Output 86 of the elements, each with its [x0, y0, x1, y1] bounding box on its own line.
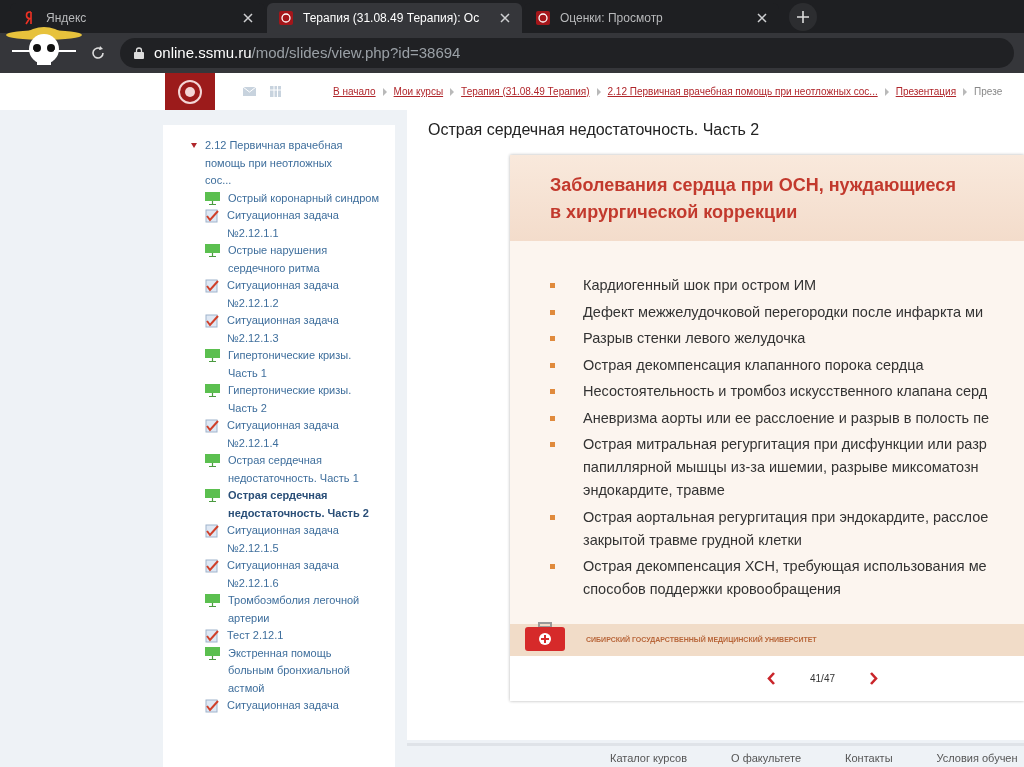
sidebar-item[interactable]: Острая сердечная недостаточность. Часть 1 — [228, 452, 380, 487]
bullet-icon — [550, 283, 555, 288]
slide-counter: 41/47 — [809, 672, 837, 686]
address-bar[interactable]: online.ssmu.ru/mod/slides/view.php?id=38694 — [120, 38, 1014, 68]
university-logo — [165, 73, 215, 110]
chevron-icon — [883, 87, 890, 96]
bullet-text: Острая декомпенсация ХСН, требующая использования ме способов поддержки кровообращения — [583, 557, 987, 599]
bullet-text: Кардиогенный шок при остром ИМ — [583, 276, 817, 295]
breadcrumb-link[interactable]: Мои курсы — [393, 84, 444, 99]
checklist-icon — [205, 419, 219, 433]
close-icon[interactable] — [757, 13, 767, 23]
sidebar-item[interactable]: Ситуационная задача №2.12.1.1 — [227, 207, 379, 242]
monitor-icon — [205, 454, 220, 467]
monitor-icon — [205, 489, 220, 502]
checklist-icon — [205, 629, 219, 643]
close-icon[interactable] — [500, 13, 510, 23]
chevron-icon — [381, 87, 388, 96]
triangle-icon[interactable] — [191, 143, 197, 149]
monitor-icon — [205, 349, 220, 362]
reload-icon[interactable] — [90, 45, 106, 61]
bullet-icon — [550, 389, 555, 394]
bullet-icon — [550, 442, 555, 447]
bullet-text: Дефект межжелудочковой перегородки после инфаркта ми — [583, 302, 984, 322]
bullet-text: Острая митральная регургитация при дисфункции или разр папиллярной мышцы из-за ишемии, разрыве миксоматозн эндокардите, травме — [583, 435, 987, 500]
monitor-icon — [205, 384, 220, 397]
bullet-icon — [550, 514, 555, 520]
footer-link[interactable]: Условия обучен — [936, 749, 1018, 766]
monitor-icon — [205, 244, 220, 257]
sidebar-item[interactable]: Острый коронарный синдром — [228, 189, 380, 207]
checklist-icon — [205, 209, 219, 223]
sidebar-item[interactable]: Гипертонические кризы. Часть 2 — [228, 382, 380, 417]
sidebar-item[interactable]: Экстренная помощь больным бронхиальной астмой — [228, 644, 380, 697]
bullet-text: Аневризма аорты или ее расслоение и разрыв в полость пе — [583, 408, 990, 428]
bullet-text: Разрыв стенки левого желудочка — [583, 329, 806, 348]
chevron-icon — [962, 87, 969, 96]
chevron-icon — [595, 87, 602, 96]
checklist-icon — [205, 279, 219, 293]
footer-link[interactable]: Контакты — [845, 749, 893, 766]
medical-kit-icon — [524, 619, 566, 651]
bullet-icon — [550, 309, 555, 315]
checklist-icon — [205, 699, 219, 713]
bullet-text: Острая аортальная регургитация при эндокардите, расслое закрытой травме грудной клетки — [583, 507, 989, 550]
next-slide-icon[interactable] — [869, 672, 879, 685]
bullet-icon — [550, 362, 555, 368]
sidebar-item[interactable]: Ситуационная задача №2.12.1.2 — [227, 277, 379, 312]
monitor-icon — [205, 191, 220, 205]
bullet-icon — [550, 336, 555, 341]
breadcrumb-link[interactable]: В начало — [333, 84, 376, 99]
breadcrumb-link[interactable]: Презе — [974, 84, 1003, 99]
plus-icon[interactable] — [789, 3, 817, 31]
lock-icon — [134, 47, 144, 59]
bullet-text: Несостоятельность и тромбоз искусственного клапана серд — [583, 382, 988, 401]
sidebar-item[interactable]: Острые нарушения сердечного ритма — [228, 242, 380, 277]
tab-title: Оценки: Просмотр — [560, 10, 664, 27]
breadcrumb-link[interactable]: Презентация — [895, 84, 957, 99]
sidebar-item[interactable]: Острая сердечная недостаточность. Часть 2 — [228, 487, 380, 522]
tab-title: Терапия (31.08.49 Терапия): Ос — [303, 10, 481, 27]
sidebar-item[interactable]: Гипертонические кризы. Часть 1 — [228, 347, 380, 382]
previous-slide-icon[interactable] — [767, 672, 776, 685]
sidebar-item[interactable]: Ситуационная задача №2.12.1.3 — [227, 312, 379, 347]
page-title: Острая сердечная недостаточность. Часть 2 — [428, 120, 761, 140]
monitor-icon — [205, 646, 220, 660]
sidebar-item[interactable]: Ситуационная задача №2.12.1.6 — [227, 557, 379, 592]
sidebar-item[interactable]: Ситуационная задача №2.12.1.5 — [227, 522, 379, 557]
bullet-icon — [550, 564, 555, 569]
chevron-icon — [449, 87, 456, 96]
tab-title: Яндекс — [46, 10, 88, 27]
section-link[interactable]: 2.12 Первичная врачебная помощь при неотложных сос... — [205, 137, 355, 190]
checklist-icon — [205, 559, 219, 573]
footer-link[interactable]: О факультете — [731, 749, 802, 766]
browser-tab[interactable]: Терапия (31.08.49 Терапия): Ос — [267, 3, 522, 33]
sidebar-item[interactable]: Ситуационная задача — [227, 697, 379, 715]
sidebar-item[interactable]: Тест 2.12.1 — [227, 627, 379, 645]
checklist-icon — [205, 524, 219, 538]
bullet-icon — [550, 415, 555, 421]
monitor-icon — [205, 594, 220, 607]
footer-link[interactable]: Каталог курсов — [610, 749, 688, 766]
slide-title: Заболевания сердца при ОСН, нуждающиеся в хирургической коррекции — [550, 174, 957, 224]
sidebar-item[interactable]: Тромбоэмболия легочной артерии — [228, 592, 380, 627]
close-icon[interactable] — [243, 13, 253, 23]
checklist-icon — [205, 314, 219, 328]
breadcrumb-link[interactable]: 2.12 Первичная врачебная помощь при неотложных сос... — [607, 84, 878, 99]
bullet-text: Острая декомпенсация клапанного порока сердца — [583, 355, 924, 375]
url-text: online.ssmu.ru/mod/slides/view.php?id=38694 — [154, 42, 461, 63]
breadcrumb-link[interactable]: Терапия (31.08.49 Терапия) — [461, 84, 590, 99]
sidebar-item[interactable]: Ситуационная задача №2.12.1.4 — [227, 417, 379, 452]
